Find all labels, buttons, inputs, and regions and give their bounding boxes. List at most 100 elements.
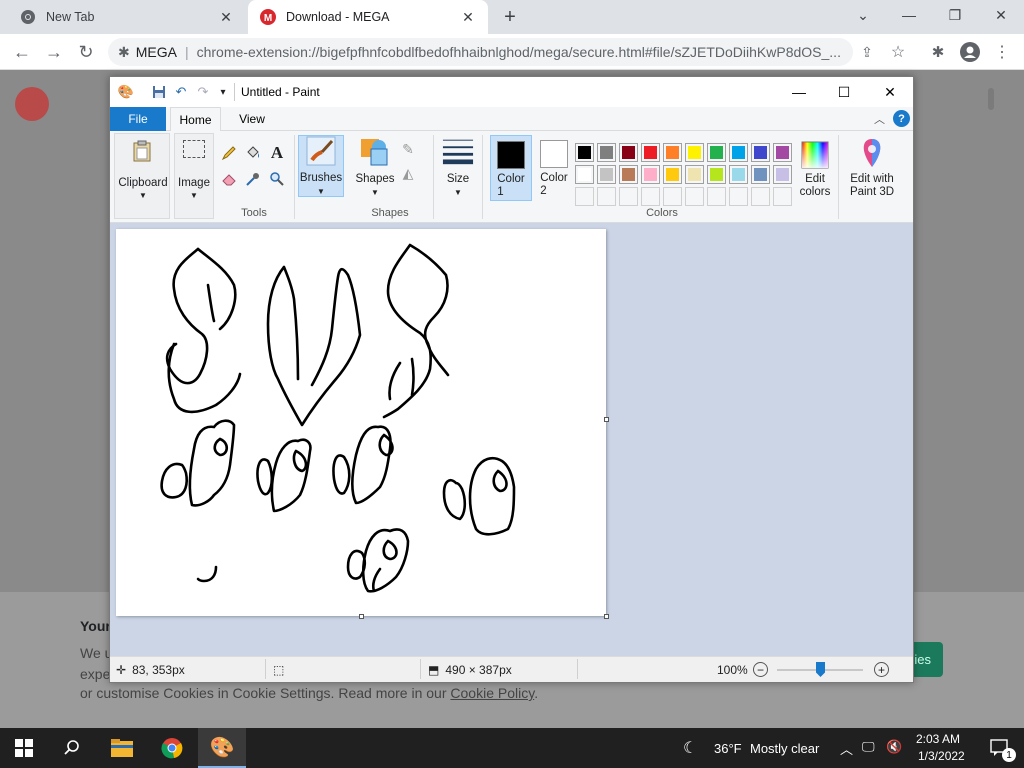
forward-icon[interactable]: → bbox=[40, 38, 68, 66]
paint-app-icon[interactable]: 🎨 bbox=[118, 84, 134, 100]
palette-swatch[interactable] bbox=[729, 143, 748, 162]
palette-swatch[interactable] bbox=[641, 165, 660, 184]
close-tab-icon[interactable]: ✕ bbox=[218, 9, 234, 25]
volume-muted-icon[interactable]: 🔇 bbox=[886, 739, 902, 755]
brushes-button[interactable]: Brushes ▼ bbox=[298, 135, 344, 197]
extensions-icon[interactable]: ✱ bbox=[924, 38, 952, 66]
minimize-button[interactable]: — bbox=[886, 0, 932, 30]
tab-search-icon[interactable]: ⌄ bbox=[840, 0, 886, 30]
palette-swatch[interactable] bbox=[773, 143, 792, 162]
menu-dots-icon[interactable]: ⋮ bbox=[988, 38, 1016, 66]
paint-taskbar-button[interactable]: 🎨 bbox=[198, 728, 246, 768]
resize-handle-bottom[interactable] bbox=[359, 614, 364, 619]
help-icon[interactable]: ? bbox=[893, 110, 910, 127]
new-tab-button[interactable]: + bbox=[498, 5, 522, 29]
bookmark-star-icon[interactable]: ☆ bbox=[884, 38, 912, 66]
redo-icon[interactable]: ↷ bbox=[195, 84, 211, 100]
palette-swatch[interactable] bbox=[575, 143, 594, 162]
custom-color-slot[interactable] bbox=[729, 187, 748, 206]
palette-swatch[interactable] bbox=[663, 165, 682, 184]
zoom-in-button[interactable]: + bbox=[874, 662, 889, 677]
swatch-fill bbox=[776, 190, 789, 203]
size-button[interactable]: Size ▼ bbox=[438, 135, 478, 199]
notification-center-button[interactable]: 1 bbox=[976, 728, 1024, 768]
custom-color-slot[interactable] bbox=[773, 187, 792, 206]
collapse-ribbon-icon[interactable]: ︿ bbox=[874, 111, 885, 127]
palette-swatch[interactable] bbox=[707, 143, 726, 162]
tab-file[interactable]: File bbox=[110, 107, 166, 131]
custom-color-slot[interactable] bbox=[575, 187, 594, 206]
start-button[interactable] bbox=[0, 728, 48, 768]
tab-new-tab[interactable]: New Tab ✕ bbox=[8, 0, 246, 34]
reload-icon[interactable]: ↻ bbox=[72, 38, 100, 66]
weather-temp[interactable]: 36°F bbox=[714, 741, 742, 756]
share-icon[interactable]: ⇪ bbox=[853, 38, 881, 66]
profile-avatar[interactable] bbox=[956, 38, 984, 66]
outline-icon[interactable]: ✎ bbox=[398, 139, 418, 159]
undo-icon[interactable]: ↶ bbox=[173, 84, 189, 100]
custom-color-slot[interactable] bbox=[663, 187, 682, 206]
palette-swatch[interactable] bbox=[619, 143, 638, 162]
clipboard-button[interactable]: Clipboard ▼ bbox=[114, 133, 170, 219]
fill-icon[interactable]: ◭ bbox=[398, 163, 418, 183]
palette-swatch[interactable] bbox=[597, 143, 616, 162]
palette-swatch[interactable] bbox=[575, 165, 594, 184]
edit-colors-button[interactable]: Edit colors bbox=[798, 141, 832, 199]
network-icon[interactable]: 🖵 bbox=[862, 739, 875, 755]
custom-color-slot[interactable] bbox=[641, 187, 660, 206]
resize-handle-corner[interactable] bbox=[604, 614, 609, 619]
edit-with-paint3d-button[interactable]: Edit with Paint 3D bbox=[844, 137, 900, 199]
weather-desc[interactable]: Mostly clear bbox=[750, 741, 819, 756]
palette-swatch[interactable] bbox=[685, 165, 704, 184]
palette-swatch[interactable] bbox=[597, 165, 616, 184]
address-bar[interactable]: ✱ MEGA | chrome-extension://bigefpfhnfco… bbox=[108, 38, 853, 66]
custom-color-slot[interactable] bbox=[707, 187, 726, 206]
palette-swatch[interactable] bbox=[773, 165, 792, 184]
cookie-policy-link[interactable]: Cookie Policy bbox=[450, 685, 534, 701]
clock-date[interactable]: 1/3/2022 bbox=[918, 749, 965, 763]
save-icon[interactable] bbox=[151, 84, 167, 100]
file-explorer-button[interactable] bbox=[98, 728, 146, 768]
palette-swatch[interactable] bbox=[685, 143, 704, 162]
chrome-taskbar-button[interactable] bbox=[148, 728, 196, 768]
paint-close-button[interactable]: ✕ bbox=[867, 77, 913, 107]
tab-download-mega[interactable]: M Download - MEGA ✕ bbox=[248, 0, 488, 34]
color-picker-icon[interactable] bbox=[243, 169, 263, 189]
color1-button[interactable]: Color 1 bbox=[490, 135, 532, 201]
custom-color-slot[interactable] bbox=[751, 187, 770, 206]
custom-color-slot[interactable] bbox=[685, 187, 704, 206]
zoom-slider-thumb[interactable] bbox=[816, 662, 825, 677]
zoom-out-button[interactable]: − bbox=[753, 662, 768, 677]
tab-view[interactable]: View bbox=[228, 107, 276, 131]
custom-color-slot[interactable] bbox=[619, 187, 638, 206]
image-button[interactable]: Image ▼ bbox=[174, 133, 214, 219]
paint-minimize-button[interactable]: — bbox=[776, 77, 822, 107]
palette-swatch[interactable] bbox=[663, 143, 682, 162]
drawing-canvas[interactable] bbox=[116, 229, 606, 616]
clock-time[interactable]: 2:03 AM bbox=[916, 732, 960, 746]
eraser-icon[interactable] bbox=[219, 169, 239, 189]
search-button[interactable] bbox=[48, 728, 96, 768]
palette-swatch[interactable] bbox=[619, 165, 638, 184]
magnifier-icon[interactable] bbox=[267, 169, 287, 189]
close-window-button[interactable]: ✕ bbox=[978, 0, 1024, 30]
color2-button[interactable]: Color 2 bbox=[534, 135, 574, 199]
fill-bucket-icon[interactable] bbox=[243, 143, 263, 163]
palette-swatch[interactable] bbox=[729, 165, 748, 184]
shapes-button[interactable]: Shapes ▼ bbox=[351, 135, 399, 199]
show-hidden-icons[interactable]: ︿ bbox=[840, 739, 853, 758]
close-tab-icon[interactable]: ✕ bbox=[460, 9, 476, 25]
custom-color-slot[interactable] bbox=[597, 187, 616, 206]
restore-button[interactable]: ❐ bbox=[932, 0, 978, 30]
palette-swatch[interactable] bbox=[751, 143, 770, 162]
back-icon[interactable]: ← bbox=[8, 38, 36, 66]
text-tool-icon[interactable]: A bbox=[267, 143, 287, 163]
tab-home[interactable]: Home bbox=[170, 107, 221, 132]
palette-swatch[interactable] bbox=[641, 143, 660, 162]
paint-maximize-button[interactable]: ☐ bbox=[821, 77, 867, 107]
resize-handle-right[interactable] bbox=[604, 417, 609, 422]
customize-toolbar-icon[interactable]: ▾ bbox=[215, 84, 231, 100]
palette-swatch[interactable] bbox=[707, 165, 726, 184]
pencil-icon[interactable] bbox=[219, 143, 239, 163]
palette-swatch[interactable] bbox=[751, 165, 770, 184]
